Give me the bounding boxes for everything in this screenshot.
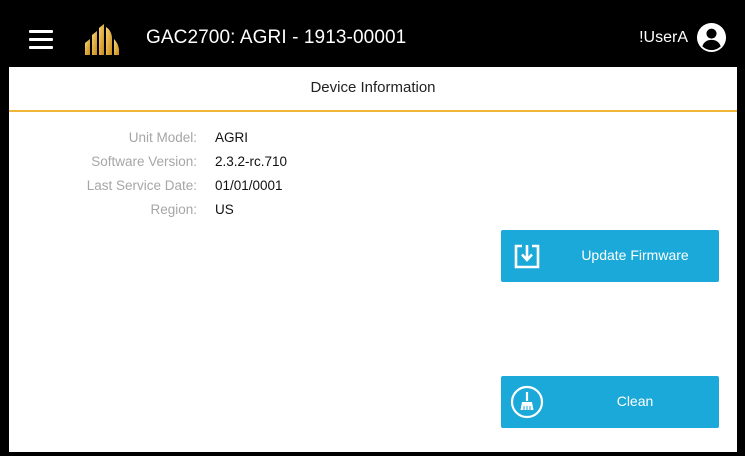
info-row-software-version: Software Version: 2.3.2-rc.710 (9, 154, 329, 178)
user-name[interactable]: !UserA (639, 29, 688, 47)
device-frame: GAC2700: AGRI - 1913-00001 !UserA Device… (0, 0, 745, 456)
account-circle-icon[interactable] (696, 22, 727, 53)
app-screen: GAC2700: AGRI - 1913-00001 !UserA Device… (9, 9, 737, 452)
info-value: US (215, 202, 234, 217)
info-row-last-service-date: Last Service Date: 01/01/0001 (9, 178, 329, 202)
update-firmware-label: Update Firmware (581, 247, 689, 263)
hamburger-menu-icon[interactable] (29, 29, 53, 49)
broom-icon (510, 385, 544, 419)
info-label: Region: (150, 202, 197, 217)
clean-button[interactable]: Clean (501, 376, 719, 428)
info-value: 01/01/0001 (215, 178, 283, 193)
page-title: Device Information (310, 79, 436, 96)
download-tray-icon (514, 244, 540, 269)
info-label: Software Version: (91, 154, 197, 169)
info-row-unit-model: Unit Model: AGRI (9, 130, 329, 154)
device-title: GAC2700: AGRI - 1913-00001 (146, 27, 407, 48)
info-row-region: Region: US (9, 202, 329, 226)
top-bar: GAC2700: AGRI - 1913-00001 !UserA (9, 9, 737, 67)
gac-logo-icon (85, 24, 119, 55)
info-label: Unit Model: (128, 130, 197, 145)
page-header: Device Information (9, 67, 737, 112)
info-value: AGRI (215, 130, 249, 145)
clean-label: Clean (616, 393, 654, 409)
info-label: Last Service Date: (86, 178, 197, 193)
update-firmware-button[interactable]: Update Firmware (501, 230, 719, 282)
device-info-list: Unit Model: AGRI Software Version: 2.3.2… (9, 130, 329, 226)
info-value: 2.3.2-rc.710 (215, 154, 288, 169)
